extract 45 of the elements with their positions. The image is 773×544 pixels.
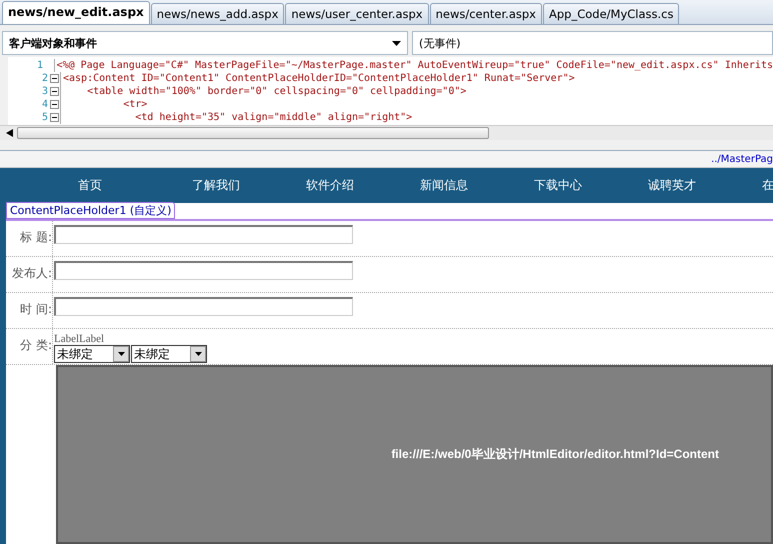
line-number: 1 [36, 60, 44, 71]
object-dropdown[interactable]: 客户端对象和事件 [2, 31, 408, 55]
file-tab[interactable]: news/user_center.aspx [285, 3, 429, 24]
field-label: 发布人: [6, 257, 53, 292]
nav-item[interactable]: 了解我们 [192, 177, 306, 194]
scroll-left-icon[interactable] [6, 129, 13, 137]
nav-item[interactable]: 新闻信息 [420, 177, 534, 194]
field-label: 时 间: [6, 293, 53, 328]
nav-item[interactable]: 下载中心 [534, 177, 648, 194]
file-tab[interactable]: news/new_edit.aspx [2, 1, 150, 24]
line-number: 4 [40, 99, 48, 110]
caret-icon [118, 352, 124, 356]
nav-item[interactable]: 诚聘英才 [648, 177, 762, 194]
file-tab[interactable]: news/center.aspx [430, 3, 542, 24]
master-page-link[interactable]: ../MasterPag [711, 151, 773, 167]
nav-item[interactable]: 首页 [78, 177, 192, 194]
file-tab[interactable]: App_Code/MyClass.cs [542, 3, 680, 24]
text-field[interactable] [54, 297, 353, 316]
collapse-icon[interactable] [50, 100, 58, 109]
code-line: <%@ Page Language="C#" MasterPageFile="~/MasterPage.master" AutoEventWireup="true" CodeFile="new_edit.aspx.cs" Inherits [56, 60, 773, 71]
file-tab[interactable]: news/news_add.aspx [150, 3, 284, 24]
text-field[interactable] [54, 261, 353, 280]
frame-url: file:///E:/web/0毕业设计/HtmlEditor/editor.html?Id=Content [391, 446, 719, 463]
collapse-icon[interactable] [50, 87, 58, 96]
nav-item[interactable]: 软件介绍 [306, 177, 420, 194]
field-label: 分 类: [6, 329, 53, 364]
caret-icon [194, 352, 202, 356]
collapse-icon[interactable] [50, 113, 58, 122]
placeholder-tag: ContentPlaceHolder1 (自定义) [6, 202, 176, 219]
text-field[interactable] [54, 225, 353, 244]
code-line: <tr> [122, 99, 148, 110]
event-dropdown[interactable]: (无事件) [412, 31, 773, 55]
horizontal-scrollbar[interactable] [0, 125, 773, 140]
field-label: 标 题: [6, 221, 53, 256]
label-control: LabelLabel [54, 333, 207, 345]
caret-icon [392, 40, 401, 46]
line-number: 3 [40, 86, 48, 97]
line-number: 2 [40, 73, 48, 84]
code-line: <td height="35" valign="middle" align="right"> [134, 112, 412, 123]
collapse-icon[interactable] [50, 74, 58, 83]
code-line: <asp:Content ID="Content1" ContentPlaceHolderID="ContentPlaceHolder1" Runat="Server"> [63, 73, 575, 84]
dropdown[interactable]: 未绑定 [131, 345, 207, 363]
code-line: <table width="100%" border="0" cellspacing="0" cellpadding="0"> [86, 86, 466, 97]
line-number: 5 [40, 112, 48, 123]
dropdown[interactable]: 未绑定 [54, 345, 130, 363]
